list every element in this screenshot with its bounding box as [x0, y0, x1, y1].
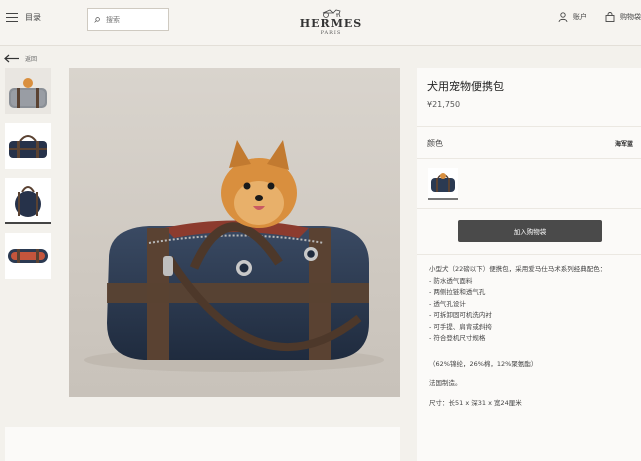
search-box[interactable] — [87, 8, 169, 31]
feature-item: 可拆卸固可机洗内衬 — [429, 310, 634, 322]
dimensions-text: 尺寸：长51 x 深31 x 宽24厘米 — [429, 398, 522, 407]
feature-item: 透气孔设计 — [429, 299, 634, 311]
swatch-bag-image — [431, 173, 455, 192]
hamburger-icon — [6, 12, 18, 23]
arrow-left-icon — [4, 54, 19, 63]
product-description: 小型犬（22磅以下）便携包，采用爱马仕马术系列经典配色： 防水透气面料 两侧拉链… — [429, 264, 634, 409]
thumbnail-4-image — [8, 249, 48, 263]
header-divider — [0, 45, 641, 46]
thumbnail-2-image — [9, 135, 47, 158]
material-composition: （62%锦纶，26%棉，12%聚氨酯） — [429, 359, 538, 368]
main-product-image[interactable] — [69, 68, 400, 397]
product-info-panel: 犬用宠物便携包 ¥21,750 颜色 海军蓝 加入购物袋 小型犬（22磅以下）便… — [417, 68, 641, 461]
add-to-cart-button[interactable]: 加入购物袋 — [458, 220, 602, 242]
button-divider — [417, 254, 641, 255]
color-swatch-navy[interactable] — [428, 168, 458, 200]
cart-label: 购物袋 — [620, 13, 641, 21]
thumbnail-1[interactable] — [5, 68, 51, 114]
selected-color-value: 海军蓝 — [614, 141, 633, 148]
price-divider — [417, 126, 641, 127]
feature-item: 两侧拉链和透气孔 — [429, 287, 634, 299]
account-label: 账户 — [573, 13, 587, 21]
thumbnail-2[interactable] — [5, 123, 51, 169]
thumbnail-3[interactable] — [5, 178, 51, 224]
brand-city: PARIS — [320, 30, 342, 36]
color-divider — [417, 158, 641, 159]
feature-item: 可手提、肩背或斜挎 — [429, 322, 634, 334]
thumbnail-strip — [5, 68, 51, 288]
feature-item: 防水透气面料 — [429, 276, 634, 288]
menu-label: 目录 — [25, 13, 41, 22]
account-button[interactable]: 账户 — [558, 12, 587, 22]
product-title: 犬用宠物便携包 — [427, 80, 504, 93]
top-navigation-bar: 目录 HERMES PARIS 账户 — [0, 0, 641, 45]
thumbnail-4[interactable] — [5, 233, 51, 279]
feature-list: 防水透气面料 两侧拉链和透气孔 透气孔设计 可拆卸固可机洗内衬 可手提、肩背或斜… — [429, 276, 634, 345]
swatch-divider — [417, 208, 641, 209]
search-icon — [94, 16, 100, 23]
menu-button[interactable]: 目录 — [6, 12, 41, 23]
lower-content-card — [5, 427, 400, 461]
cart-button[interactable]: 购物袋 — [605, 12, 641, 22]
back-button[interactable]: 返回 — [4, 54, 37, 63]
back-label: 返回 — [25, 56, 38, 63]
user-icon — [558, 12, 568, 22]
product-price: ¥21,750 — [427, 100, 461, 109]
thumbnail-3-image — [15, 186, 41, 217]
dog-carrier-bag-photo — [69, 68, 400, 397]
search-input[interactable] — [104, 14, 168, 25]
color-label: 颜色 — [427, 139, 443, 148]
feature-item: 符合登机尺寸规格 — [429, 333, 634, 345]
thumbnail-1-image — [9, 78, 47, 108]
made-in-text: 法国制造。 — [429, 379, 462, 387]
brand-name: HERMES — [299, 17, 363, 30]
description-intro: 小型犬（22磅以下）便携包，采用爱马仕马术系列经典配色： — [429, 265, 607, 273]
shopping-bag-icon — [605, 12, 615, 22]
brand-logo[interactable]: HERMES PARIS — [296, 8, 366, 36]
